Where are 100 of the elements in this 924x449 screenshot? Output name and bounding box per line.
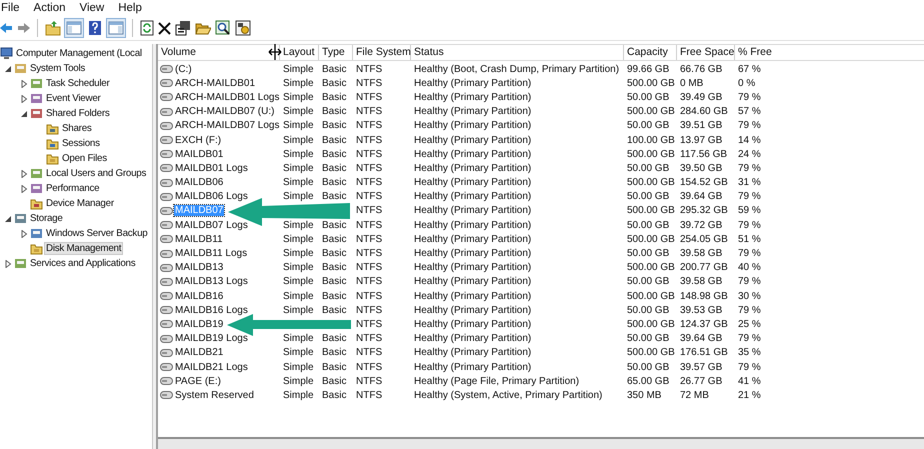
search-icon[interactable] — [215, 20, 231, 36]
volume-row-label[interactable]: ARCH-MAILDB07 (U:) — [174, 106, 276, 118]
table-cell: 79 % — [738, 220, 761, 231]
table-cell: Healthy (Primary Partition) — [414, 191, 532, 202]
column-header[interactable]: % Free — [735, 45, 924, 60]
volume-row-label[interactable]: MAILDB07 Logs — [174, 220, 249, 231]
tree-item[interactable]: Disk Management — [44, 242, 124, 255]
expander-icon[interactable] — [20, 80, 28, 88]
tree-item[interactable]: Sessions — [60, 137, 102, 150]
expander-icon[interactable] — [20, 110, 28, 118]
help-icon[interactable] — [87, 20, 103, 36]
table-cell: Basic — [322, 92, 346, 103]
menu-item[interactable]: Action — [34, 2, 66, 14]
expander-icon[interactable] — [4, 260, 12, 268]
up-folder-icon[interactable] — [45, 20, 61, 36]
table-cell: 50.00 GB — [627, 333, 670, 344]
table-cell: NTFS — [356, 148, 382, 160]
table-cell: 30 % — [738, 290, 761, 302]
tree-item[interactable]: Storage — [28, 212, 65, 225]
tree-item[interactable]: Task Scheduler — [44, 77, 112, 90]
table-cell: 39.64 GB — [680, 191, 722, 202]
volume-row-label[interactable]: PAGE (E:) — [174, 376, 222, 387]
menu-item[interactable]: View — [80, 2, 104, 14]
properties-icon[interactable] — [175, 20, 191, 36]
volume-row-label[interactable]: MAILDB16 Logs — [174, 304, 249, 316]
table-cell: 31 % — [738, 177, 761, 188]
table-cell: Healthy (Primary Partition) — [414, 78, 532, 89]
volume-row-label[interactable]: MAILDB19 Logs — [174, 333, 249, 344]
table-cell: Basic — [322, 347, 346, 358]
table-cell: Healthy (Primary Partition) — [414, 205, 532, 216]
volume-row-label[interactable]: EXCH (F:) — [174, 134, 222, 146]
expander-icon[interactable] — [20, 230, 28, 238]
volume-row-label[interactable]: MAILDB06 — [174, 177, 224, 188]
volume-row-label[interactable]: MAILDB11 — [174, 234, 224, 245]
volume-row-label[interactable]: ARCH-MAILDB07 Logs — [174, 120, 280, 132]
column-header[interactable]: Free Space — [677, 45, 735, 60]
tree-item[interactable]: Performance — [44, 182, 102, 195]
expander-icon[interactable] — [20, 170, 28, 178]
table-cell: 51 % — [738, 234, 761, 245]
table-cell: Healthy (Primary Partition) — [414, 177, 532, 188]
expander-icon[interactable] — [4, 214, 12, 222]
expander-icon[interactable] — [20, 94, 28, 102]
menu-item[interactable]: File — [1, 2, 20, 14]
back-icon[interactable] — [0, 21, 12, 35]
tree-item[interactable]: Device Manager — [44, 197, 116, 210]
delete-icon[interactable] — [158, 22, 171, 34]
column-header[interactable]: Type — [319, 45, 353, 60]
volume-row-label[interactable]: MAILDB01 — [174, 148, 224, 160]
table-cell: 79 % — [738, 333, 761, 344]
volume-row-label[interactable]: MAILDB13 — [174, 262, 224, 274]
column-header[interactable]: Volume — [158, 45, 280, 60]
tree-item[interactable]: Windows Server Backup — [44, 227, 150, 240]
refresh-icon[interactable] — [140, 20, 154, 36]
table-cell: Simple — [283, 248, 314, 260]
volume-row-label[interactable]: System Reserved — [174, 390, 255, 401]
volume-row-label[interactable]: MAILDB13 Logs — [174, 276, 249, 288]
table-cell: Healthy (Primary Partition) — [414, 148, 532, 160]
table-cell: NTFS — [356, 177, 382, 188]
volume-row-label[interactable]: MAILDB06 Logs — [174, 191, 249, 202]
volume-row-label[interactable]: MAILDB01 Logs — [174, 162, 249, 174]
table-cell: NTFS — [356, 92, 382, 103]
tree-item[interactable]: Open Files — [60, 152, 109, 165]
console-tree-icon[interactable] — [65, 19, 83, 37]
table-cell: 154.52 GB — [680, 177, 728, 188]
tree-item[interactable]: Local Users and Groups — [44, 167, 148, 180]
volume-row-label[interactable]: MAILDB21 Logs — [174, 362, 249, 373]
table-cell: 72 MB — [680, 390, 709, 401]
volume-row-label[interactable]: MAILDB16 — [174, 290, 224, 302]
action-pane-icon[interactable] — [107, 19, 125, 37]
volume-row-label[interactable]: ARCH-MAILDB01 Logs — [174, 92, 280, 103]
column-header[interactable]: Status — [411, 45, 624, 60]
column-header[interactable]: Capacity — [624, 45, 677, 60]
volume-row-label[interactable]: (C:) — [174, 64, 193, 75]
expander-icon[interactable] — [4, 64, 12, 72]
table-cell: 39.50 GB — [680, 162, 722, 174]
volume-row-label[interactable]: MAILDB21 — [174, 347, 224, 358]
tree-item[interactable]: Event Viewer — [44, 92, 103, 105]
horizontal-scrollbar[interactable] — [158, 437, 924, 449]
folder-icon[interactable] — [195, 21, 211, 35]
tree-item[interactable]: Shares — [60, 122, 94, 135]
volume-row-label[interactable]: MAILDB11 Logs — [174, 248, 248, 260]
expander-icon[interactable] — [20, 184, 28, 192]
forward-icon[interactable] — [16, 21, 30, 35]
column-header[interactable]: Layout — [280, 45, 319, 60]
table-cell: Basic — [322, 191, 346, 202]
tree-item[interactable]: System Tools — [28, 62, 88, 75]
tree-item[interactable]: Shared Folders — [44, 107, 112, 120]
table-cell: 148.98 GB — [680, 290, 728, 302]
column-header[interactable]: File System — [353, 45, 411, 60]
volume-row-label[interactable]: ARCH-MAILDB01 — [174, 78, 256, 89]
tree-item[interactable]: Services and Applications — [28, 257, 138, 270]
folder-icon — [46, 152, 59, 165]
table-cell: Basic — [322, 134, 346, 146]
menu-item[interactable]: Help — [118, 2, 142, 14]
tree-item[interactable]: Computer Management (Local — [14, 47, 144, 60]
table-cell: 39.51 GB — [680, 120, 722, 132]
volume-row-label[interactable]: MAILDB19 — [174, 318, 224, 330]
table-cell: Simple — [283, 148, 314, 160]
table-cell: 295.32 GB — [680, 205, 728, 216]
table-cell: 284.60 GB — [680, 106, 728, 118]
